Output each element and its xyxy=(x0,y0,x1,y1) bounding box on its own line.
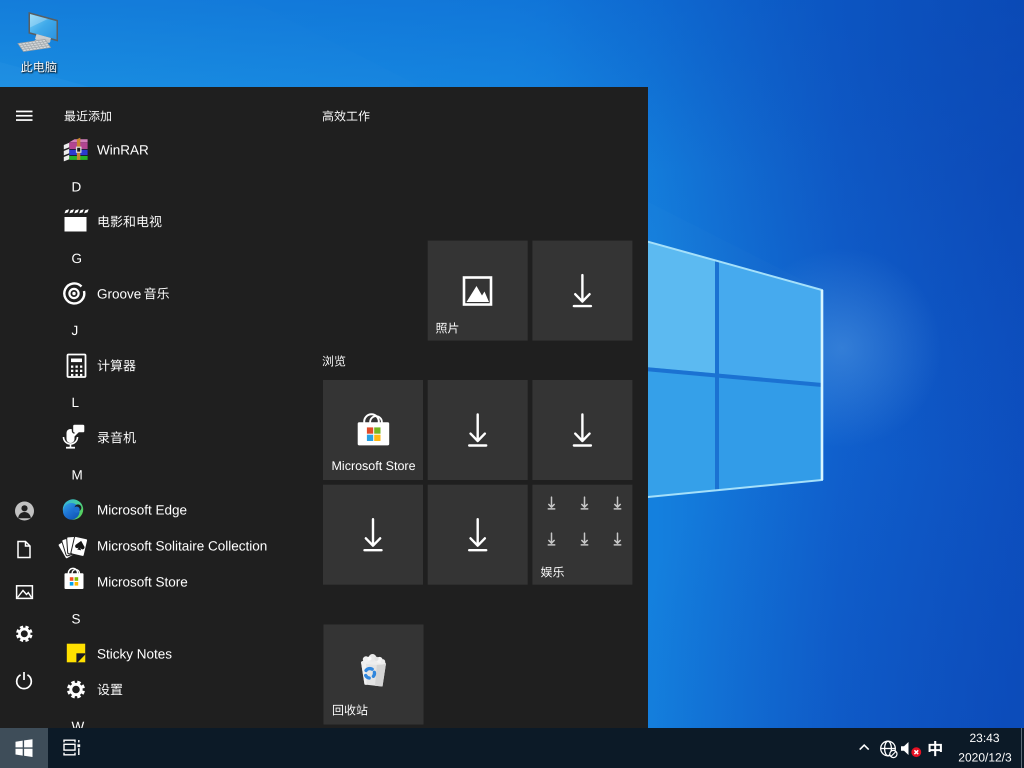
svg-text:Groove: Groove xyxy=(97,286,141,301)
svg-text:Microsoft Store: Microsoft Store xyxy=(97,574,188,589)
svg-text:Microsoft Edge: Microsoft Edge xyxy=(97,502,187,517)
svg-text:WinRAR: WinRAR xyxy=(97,142,149,157)
svg-text:S: S xyxy=(72,611,81,626)
svg-text:G: G xyxy=(72,251,83,266)
svg-text:Microsoft Solitaire Collection: Microsoft Solitaire Collection xyxy=(97,538,267,553)
svg-text:J: J xyxy=(72,323,79,338)
svg-text:2020/12/3: 2020/12/3 xyxy=(958,751,1012,765)
svg-text:M: M xyxy=(72,467,83,482)
svg-text:23:43: 23:43 xyxy=(969,731,999,745)
svg-text:Sticky Notes: Sticky Notes xyxy=(97,646,172,661)
svg-text:Microsoft Store: Microsoft Store xyxy=(332,459,416,473)
svg-text:D: D xyxy=(72,179,82,194)
svg-text:L: L xyxy=(72,395,80,410)
